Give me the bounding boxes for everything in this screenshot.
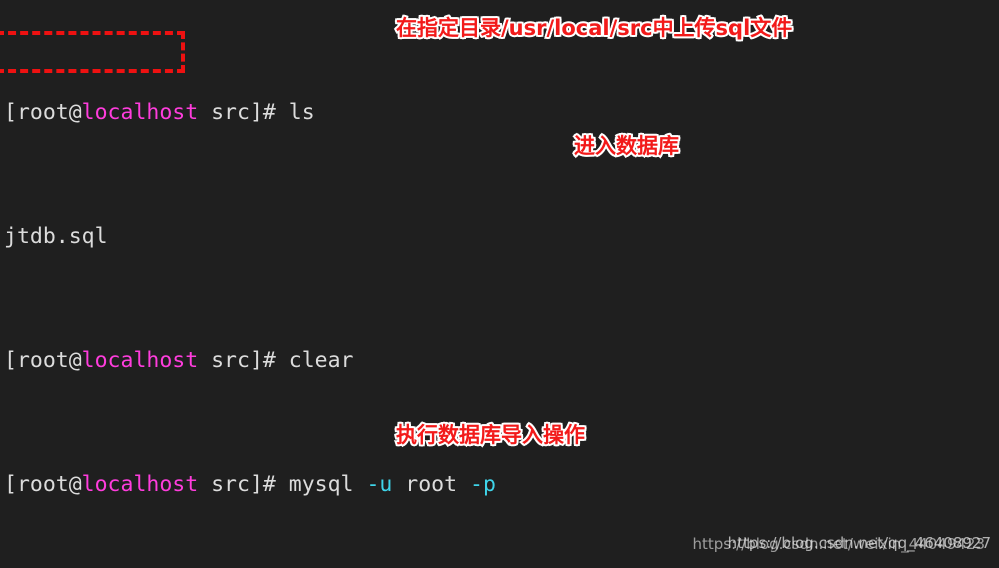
shell-hostname: localhost [81,100,199,125]
annotation-enter-database: 进入数据库 [572,132,681,160]
shell-prompt-bracket: [root@ [4,472,82,497]
shell-command-clear: src]# clear [198,348,354,373]
terminal-line-ls-output: jtdb.sql [4,221,999,252]
terminal-screenshot: [root@localhost src]# ls jtdb.sql [root@… [0,0,999,568]
shell-prompt-bracket: [root@ [4,100,82,125]
watermark-url-secondary: https://blog.csdn.net/weixin_44049423 [692,535,985,553]
annotation-upload-sql-file: 在指定目录/usr/local/src中上传sql文件 [394,14,794,42]
shell-command-mysql: src]# mysql [198,472,367,497]
watermark: https://blog.csdn.net/qq_46408927 https:… [692,534,991,560]
terminal-line-ls-command: [root@localhost src]# ls [4,97,999,128]
file-name-jtdb-sql: jtdb.sql [4,224,108,249]
mysql-flag-password: -p [470,472,496,497]
terminal-line-clear-command: [root@localhost src]# clear [4,345,999,376]
shell-command-ls: src]# ls [198,100,315,125]
shell-hostname: localhost [81,348,199,373]
annotation-import-operation: 执行数据库导入操作 [394,421,587,449]
terminal-output[interactable]: [root@localhost src]# ls jtdb.sql [root@… [0,0,999,568]
mysql-username: root [392,472,471,497]
shell-prompt-bracket: [root@ [4,348,82,373]
shell-hostname: localhost [81,472,199,497]
terminal-line-mysql-command: [root@localhost src]# mysql -u root -p [4,469,999,500]
mysql-flag-user: -u [366,472,393,497]
